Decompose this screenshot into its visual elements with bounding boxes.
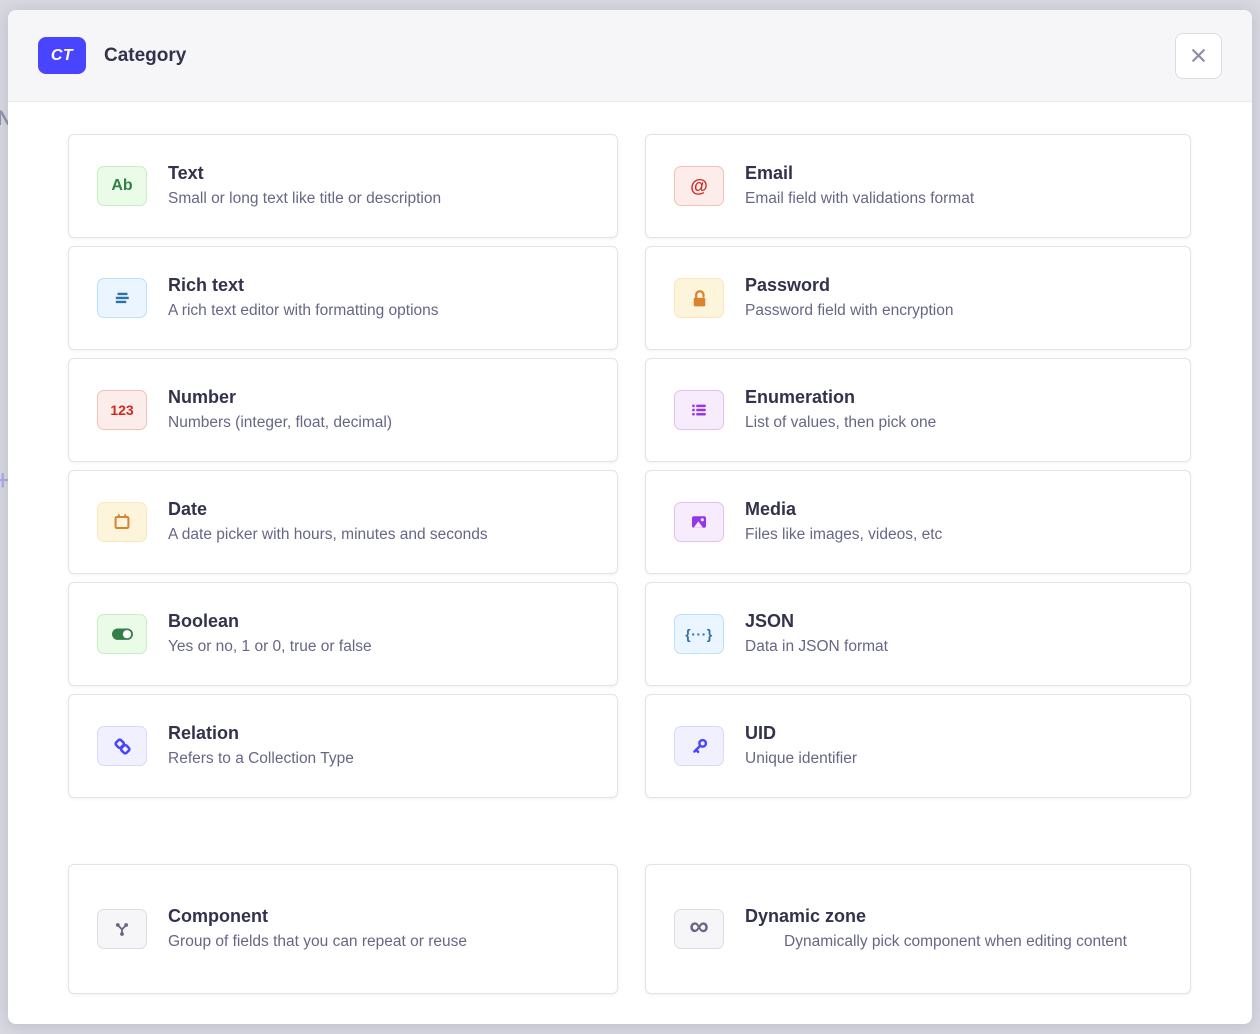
at-glyph: @ xyxy=(690,176,708,197)
field-title: Boolean xyxy=(168,611,593,632)
field-description: Small or long text like title or descrip… xyxy=(168,189,593,210)
node-tree-icon xyxy=(97,909,147,949)
field-card-text-content: Number Numbers (integer, float, decimal) xyxy=(168,387,593,434)
field-description: Unique identifier xyxy=(745,749,1166,770)
picture-icon xyxy=(674,502,724,542)
field-card-text-content: Dynamic zone Dynamically pick component … xyxy=(745,906,1166,953)
json-glyph: {···} xyxy=(685,626,712,642)
field-title: UID xyxy=(745,723,1166,744)
field-title: Dynamic zone xyxy=(745,906,1166,927)
toggle-switch-icon xyxy=(97,614,147,654)
field-description: Yes or no, 1 or 0, true or false xyxy=(168,637,593,658)
field-type-grid: Ab Text Small or long text like title or… xyxy=(68,134,1193,798)
field-title: Media xyxy=(745,499,1166,520)
field-card-text-content: Password Password field with encryption xyxy=(745,275,1166,322)
field-description: Data in JSON format xyxy=(745,637,1166,658)
open-lock-icon xyxy=(674,278,724,318)
field-card-text[interactable]: Ab Text Small or long text like title or… xyxy=(68,134,618,238)
modal-body: Ab Text Small or long text like title or… xyxy=(8,102,1252,1022)
field-card-text-content: Email Email field with validations forma… xyxy=(745,163,1166,210)
bullet-list-icon xyxy=(674,390,724,430)
field-card-number[interactable]: 123 Number Numbers (integer, float, deci… xyxy=(68,358,618,462)
field-card-boolean[interactable]: Boolean Yes or no, 1 or 0, true or false xyxy=(68,582,618,686)
field-card-relation[interactable]: Relation Refers to a Collection Type xyxy=(68,694,618,798)
field-title: Number xyxy=(168,387,593,408)
field-description: List of values, then pick one xyxy=(745,413,1166,434)
field-card-text-content: Date A date picker with hours, minutes a… xyxy=(168,499,593,546)
field-description: A rich text editor with formatting optio… xyxy=(168,301,593,322)
field-description: Password field with encryption xyxy=(745,301,1166,322)
field-card-text-content: Media Files like images, videos, etc xyxy=(745,499,1166,546)
calendar-icon xyxy=(97,502,147,542)
ab-glyph: Ab xyxy=(111,177,132,195)
chain-links-icon xyxy=(97,726,147,766)
field-card-text-content: Text Small or long text like title or de… xyxy=(168,163,593,210)
curly-braces-icon: {···} xyxy=(674,614,724,654)
field-title: Password xyxy=(745,275,1166,296)
align-lines-icon xyxy=(97,278,147,318)
field-card-text-content: UID Unique identifier xyxy=(745,723,1166,770)
field-card-email[interactable]: @ Email Email field with validations for… xyxy=(645,134,1191,238)
field-card-enumeration[interactable]: Enumeration List of values, then pick on… xyxy=(645,358,1191,462)
field-title: JSON xyxy=(745,611,1166,632)
field-card-text-content: Enumeration List of values, then pick on… xyxy=(745,387,1166,434)
field-title: Relation xyxy=(168,723,593,744)
key-icon xyxy=(674,726,724,766)
one-two-three-icon: 123 xyxy=(97,390,147,430)
field-card-password[interactable]: Password Password field with encryption xyxy=(645,246,1191,350)
close-icon xyxy=(1189,46,1208,65)
field-card-date[interactable]: Date A date picker with hours, minutes a… xyxy=(68,470,618,574)
field-card-text-content: JSON Data in JSON format xyxy=(745,611,1166,658)
field-card-text-content: Relation Refers to a Collection Type xyxy=(168,723,593,770)
at-sign-icon: @ xyxy=(674,166,724,206)
close-button[interactable] xyxy=(1175,33,1222,79)
field-title: Component xyxy=(168,906,593,927)
field-description: Group of fields that you can repeat or r… xyxy=(168,932,593,953)
field-description: Files like images, videos, etc xyxy=(745,525,1166,546)
modal-header: CT Category xyxy=(8,10,1252,102)
field-description: Refers to a Collection Type xyxy=(168,749,593,770)
field-description: Email field with validations format xyxy=(745,189,1166,210)
modal-title: Category xyxy=(104,45,186,67)
field-card-text-content: Rich text A rich text editor with format… xyxy=(168,275,593,322)
field-title: Text xyxy=(168,163,593,184)
ab-text-icon: Ab xyxy=(97,166,147,206)
field-card-text-content: Component Group of fields that you can r… xyxy=(168,906,593,953)
field-title: Enumeration xyxy=(745,387,1166,408)
collection-type-badge: CT xyxy=(38,37,86,74)
field-card-dynamic-zone[interactable]: ∞ Dynamic zone Dynamically pick componen… xyxy=(645,864,1191,994)
field-card-rich-text[interactable]: Rich text A rich text editor with format… xyxy=(68,246,618,350)
field-description: Dynamically pick component when editing … xyxy=(783,932,1128,953)
field-type-picker-modal: CT Category Ab Text Small or long text l… xyxy=(8,10,1252,1024)
field-description: A date picker with hours, minutes and se… xyxy=(168,525,593,546)
field-title: Date xyxy=(168,499,593,520)
infinity-icon: ∞ xyxy=(674,909,724,949)
field-card-media[interactable]: Media Files like images, videos, etc xyxy=(645,470,1191,574)
123-glyph: 123 xyxy=(110,402,133,418)
field-card-uid[interactable]: UID Unique identifier xyxy=(645,694,1191,798)
field-card-text-content: Boolean Yes or no, 1 or 0, true or false xyxy=(168,611,593,658)
field-card-component[interactable]: Component Group of fields that you can r… xyxy=(68,864,618,994)
field-description: Numbers (integer, float, decimal) xyxy=(168,413,593,434)
field-title: Rich text xyxy=(168,275,593,296)
field-card-json[interactable]: {···} JSON Data in JSON format xyxy=(645,582,1191,686)
field-title: Email xyxy=(745,163,1166,184)
special-field-grid: Component Group of fields that you can r… xyxy=(68,864,1193,994)
infinity-glyph: ∞ xyxy=(689,916,708,942)
